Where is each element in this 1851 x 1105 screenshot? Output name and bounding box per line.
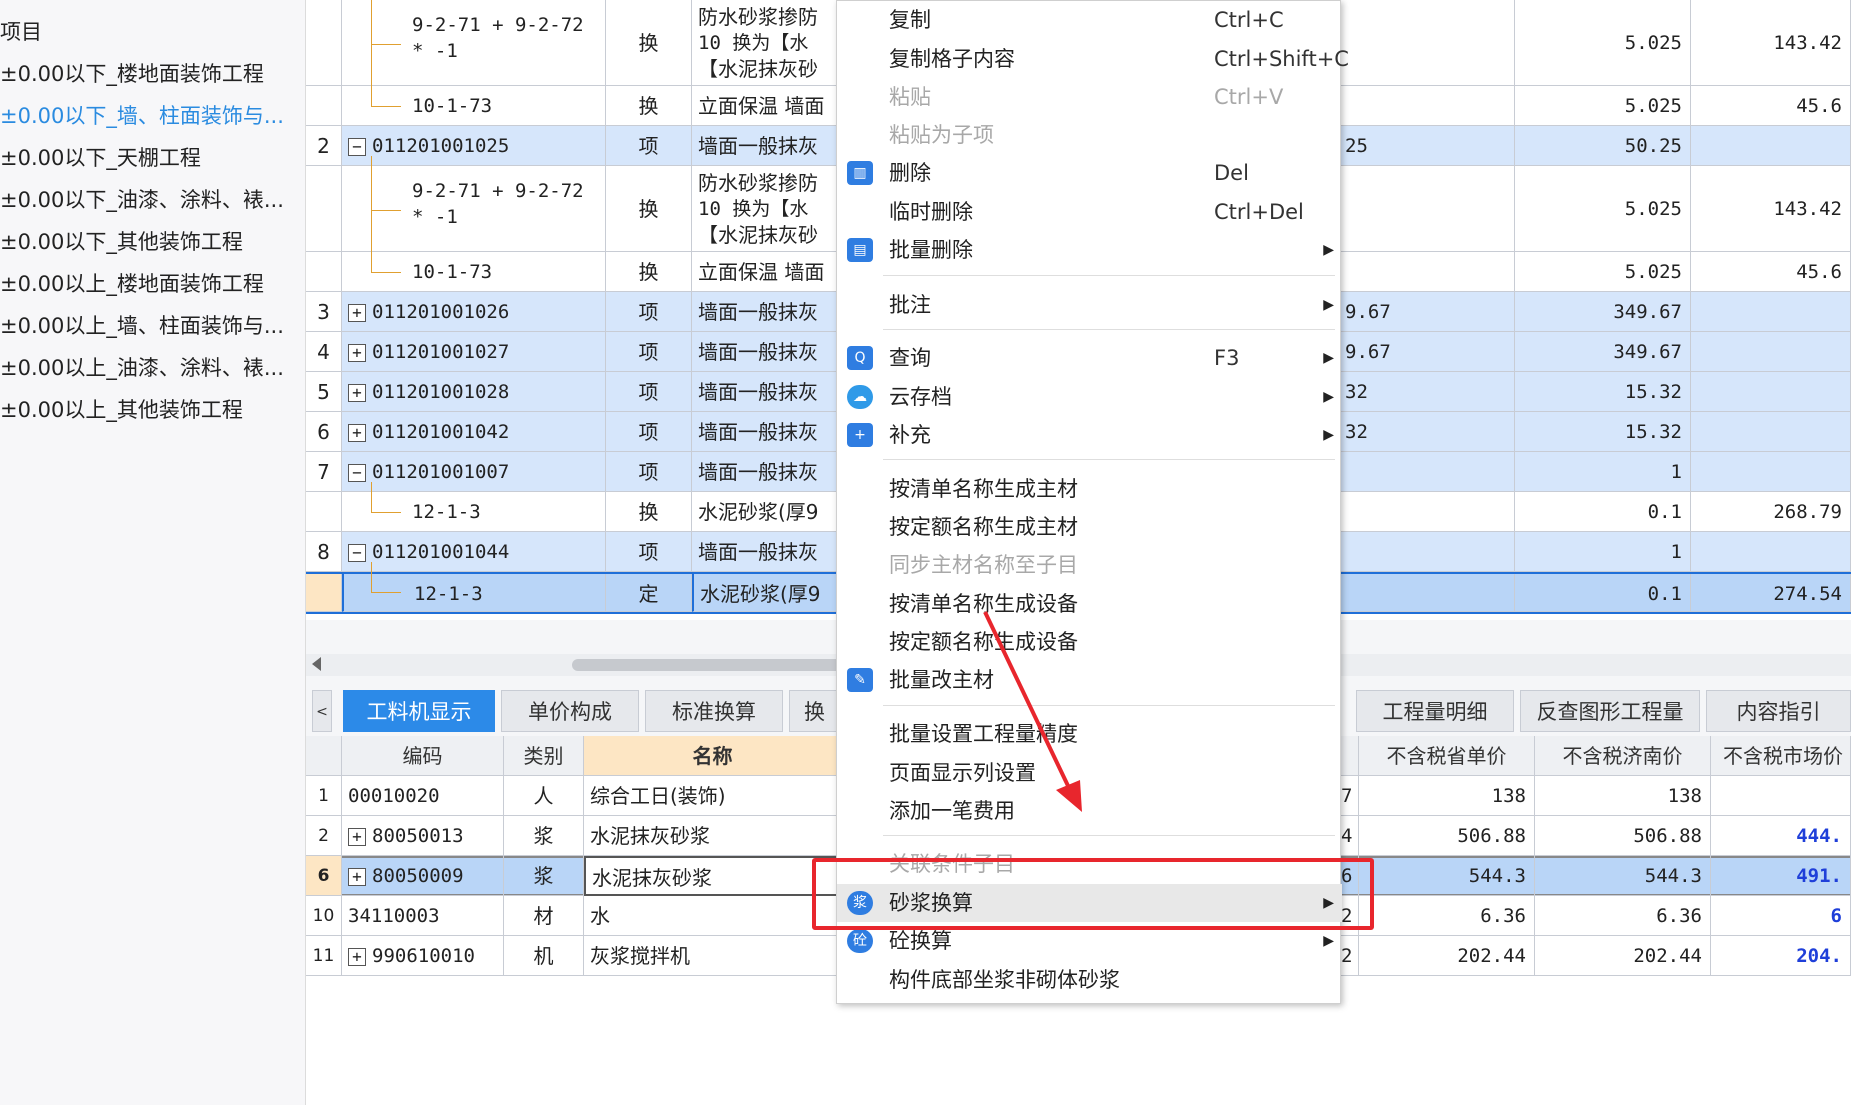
arrow-annotation	[983, 611, 1082, 812]
